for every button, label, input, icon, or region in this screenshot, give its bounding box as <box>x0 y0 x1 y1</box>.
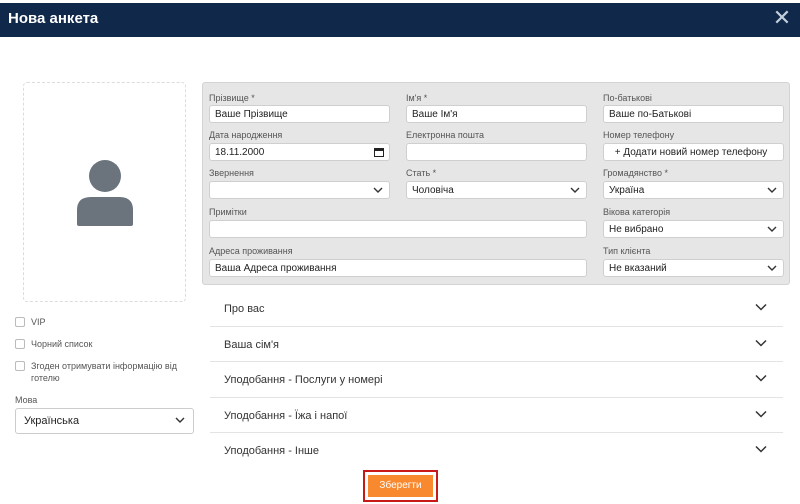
address-label: Адреса проживання <box>209 246 293 256</box>
section-room-services[interactable]: Уподобання - Послуги у номері <box>210 362 783 398</box>
chevron-down-icon <box>767 226 777 232</box>
chevron-down-icon <box>373 187 383 193</box>
patronymic-input[interactable]: Ваше по-Батькові <box>603 105 784 123</box>
chevron-down-icon <box>175 417 185 423</box>
patronymic-label: По-батькові <box>603 93 652 103</box>
checkbox-vip-label: VIP <box>31 317 46 327</box>
avatar-icon <box>77 160 133 226</box>
section-family-title: Ваша сім'я <box>224 338 280 351</box>
checkbox-vip[interactable] <box>15 317 25 327</box>
language-label: Мова <box>15 395 38 405</box>
add-phone-button[interactable]: + Додати новий номер телефону <box>603 143 784 161</box>
citizenship-label: Громадянство * <box>603 168 668 178</box>
checkbox-consent-label: Згоден отримувати інформацію від готелю <box>31 361 177 383</box>
birthdate-label: Дата народження <box>209 130 283 140</box>
surname-input[interactable]: Ваше Прізвище <box>209 105 390 123</box>
chevron-down-icon <box>755 303 767 311</box>
notes-input[interactable] <box>209 220 587 238</box>
language-select[interactable]: Українська <box>15 408 194 434</box>
salutation-select[interactable] <box>209 181 390 199</box>
section-food-drinks[interactable]: Уподобання - Їжа і напої <box>210 398 783 433</box>
chevron-down-icon <box>767 187 777 193</box>
gender-select[interactable]: Чоловіча <box>406 181 587 199</box>
gender-label: Стать * <box>406 168 437 178</box>
checkbox-consent-row[interactable]: Згоден отримувати інформацію від готелю <box>15 360 191 384</box>
save-button-highlight: Зберегти <box>363 470 438 502</box>
section-room-services-title: Уподобання - Послуги у номері <box>224 374 383 386</box>
address-input[interactable]: Ваша Адреса проживання <box>209 259 587 277</box>
checkbox-vip-row[interactable]: VIP <box>15 316 191 328</box>
name-input[interactable]: Ваше Ім'я <box>406 105 587 123</box>
dialog-header: Нова анкета ✕ <box>0 3 800 37</box>
checkbox-blacklist[interactable] <box>15 339 25 349</box>
section-about-title: Про вас <box>224 303 265 315</box>
age-category-select[interactable]: Не вибрано <box>603 220 784 238</box>
calendar-icon[interactable] <box>374 147 384 157</box>
name-label: Ім'я * <box>406 93 428 103</box>
chevron-down-icon <box>755 445 767 453</box>
email-label: Електронна пошта <box>406 130 485 140</box>
language-value: Українська <box>24 415 80 427</box>
birthdate-input[interactable]: 18.11.2000 <box>209 143 390 161</box>
chevron-down-icon <box>755 374 767 382</box>
notes-label: Примітки <box>209 207 247 217</box>
section-other[interactable]: Уподобання - Інше <box>210 433 783 469</box>
client-type-value: Не вказаний <box>609 263 667 274</box>
close-icon[interactable]: ✕ <box>772 7 792 29</box>
salutation-label: Звернення <box>209 168 254 178</box>
section-food-drinks-title: Уподобання - Їжа і напої <box>224 409 348 422</box>
section-other-title: Уподобання - Інше <box>224 445 319 457</box>
gender-value: Чоловіча <box>412 185 454 196</box>
checkbox-consent[interactable] <box>15 361 25 371</box>
phone-label: Номер телефону <box>603 130 675 140</box>
chevron-down-icon <box>570 187 580 193</box>
citizenship-select[interactable]: Україна <box>603 181 784 199</box>
client-type-select[interactable]: Не вказаний <box>603 259 784 277</box>
personal-info-panel: Прізвище * Ваше Прізвище Ім'я * Ваше Ім'… <box>202 82 790 285</box>
save-button[interactable]: Зберегти <box>368 475 433 497</box>
age-category-label: Вікова категорія <box>603 207 671 217</box>
chevron-down-icon <box>767 265 777 271</box>
chevron-down-icon <box>755 339 767 347</box>
section-family[interactable]: Ваша сім'я <box>210 327 783 362</box>
birthdate-value: 18.11.2000 <box>215 147 265 158</box>
checkbox-blacklist-label: Чорний список <box>31 339 93 349</box>
client-type-label: Тип клієнта <box>603 246 651 256</box>
photo-upload-area[interactable] <box>23 82 186 302</box>
email-input[interactable] <box>406 143 587 161</box>
chevron-down-icon <box>755 410 767 418</box>
age-category-value: Не вибрано <box>609 224 664 235</box>
section-about[interactable]: Про вас <box>210 291 783 327</box>
surname-label: Прізвище * <box>209 93 255 103</box>
citizenship-value: Україна <box>609 185 645 196</box>
sections-accordion: Про вас Ваша сім'я Уподобання - Послуги … <box>210 291 783 469</box>
dialog-title: Нова анкета <box>8 10 99 27</box>
checkbox-blacklist-row[interactable]: Чорний список <box>15 338 191 350</box>
